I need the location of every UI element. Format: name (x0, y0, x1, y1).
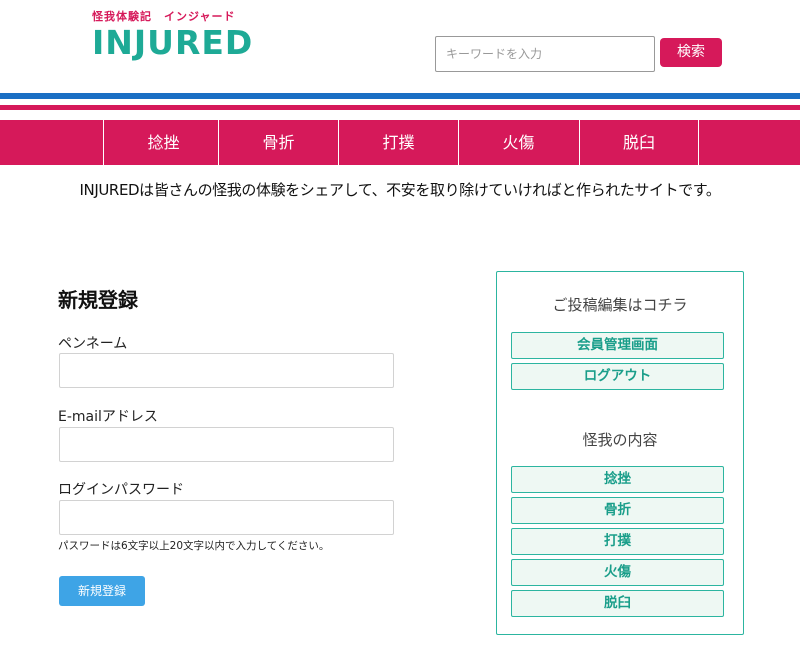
sidebar-category-dislocation[interactable]: 脱臼 (511, 590, 724, 617)
header-divider-blue (0, 93, 800, 99)
sidebar-category-bruise[interactable]: 打撲 (511, 528, 724, 555)
register-button[interactable]: 新規登録 (59, 576, 145, 606)
nav-item-bruise[interactable]: 打撲 (338, 120, 458, 165)
edit-heading: ご投稿編集はコチラ (552, 296, 688, 314)
sidebar-panel: ご投稿編集はコチラ 会員管理画面 ログアウト 怪我の内容 捻挫 骨折 打撲 火傷… (496, 271, 744, 635)
search-button[interactable]: 検索 (660, 38, 722, 67)
nav-item-burn[interactable]: 火傷 (458, 120, 578, 165)
email-label: E-mailアドレス (58, 409, 158, 425)
search-input[interactable] (435, 36, 655, 72)
password-input[interactable] (59, 500, 394, 535)
pen-name-label: ペンネーム (58, 336, 128, 352)
password-label: ログインパスワード (58, 482, 184, 498)
site-tagline: INJUREDは皆さんの怪我の体験をシェアして、不安を取り除けていければと作られ… (79, 181, 721, 199)
sidebar-category-sprain[interactable]: 捻挫 (511, 466, 724, 493)
sidebar-category-fracture[interactable]: 骨折 (511, 497, 724, 524)
nav-item-dislocation[interactable]: 脱臼 (579, 120, 699, 165)
email-input[interactable] (59, 427, 394, 462)
logo-subtitle: 怪我体験記 インジャード (92, 10, 236, 23)
logo-title: INJURED (92, 23, 254, 62)
pen-name-input[interactable] (59, 353, 394, 388)
nav-item-fracture[interactable]: 骨折 (218, 120, 338, 165)
form-title: 新規登録 (58, 288, 138, 312)
header-divider-red (0, 105, 800, 110)
member-admin-button[interactable]: 会員管理画面 (511, 332, 724, 359)
sidebar-category-burn[interactable]: 火傷 (511, 559, 724, 586)
password-help-text: パスワードは6文字以上20文字以内で入力してください。 (58, 540, 330, 552)
nav-item-sprain[interactable]: 捻挫 (103, 120, 223, 165)
category-navbar: 捻挫 骨折 打撲 火傷 脱臼 (0, 120, 800, 165)
category-heading: 怪我の内容 (582, 431, 658, 449)
site-logo[interactable]: 怪我体験記 インジャード INJURED (92, 8, 253, 63)
logout-button[interactable]: ログアウト (511, 363, 724, 390)
